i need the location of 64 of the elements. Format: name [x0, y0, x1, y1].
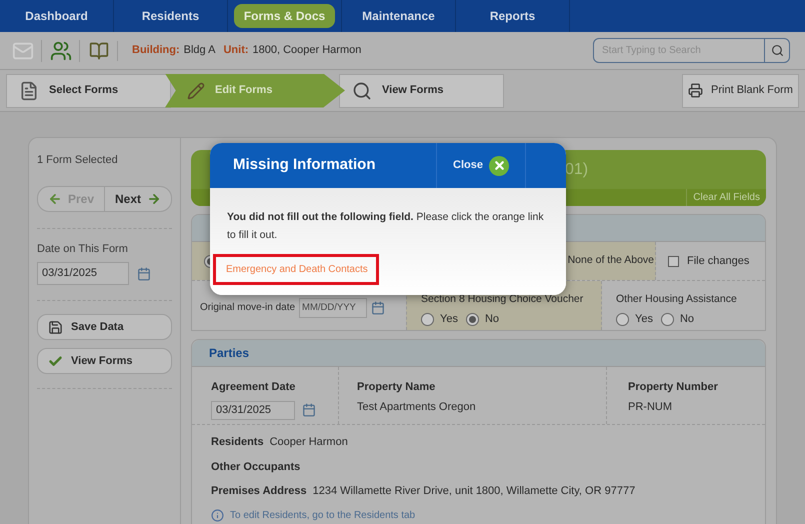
notebook-icon[interactable] — [88, 40, 108, 60]
selection-count: 1 Form Selected — [37, 153, 119, 168]
printer-icon — [688, 83, 704, 98]
magnifier-icon — [352, 80, 372, 100]
field-label: Premises Address — [211, 484, 307, 499]
next-button[interactable]: Next — [105, 186, 171, 210]
people-icon[interactable] — [50, 40, 72, 62]
radio-label: No — [680, 312, 694, 327]
radio-button[interactable] — [466, 312, 479, 326]
field-label: Agreement Date — [211, 380, 296, 395]
nav-tab[interactable]: Residents — [142, 7, 200, 25]
nav-tab[interactable]: Reports — [490, 7, 536, 25]
field-value: Test Apartments Oregon — [357, 400, 477, 414]
field-label: Other Occupants — [211, 460, 302, 474]
close-icon — [489, 156, 509, 176]
form-title: 01) — [565, 160, 588, 180]
move-in-date-field[interactable]: MM/DD/YYY — [299, 298, 368, 318]
radio-label: Yes — [635, 312, 653, 327]
document-icon — [19, 80, 39, 100]
date-field[interactable]: 03/31/2025 — [37, 262, 129, 285]
search-icon — [770, 44, 784, 57]
calendar-icon[interactable] — [137, 266, 151, 280]
dialog-message: You did not fill out the following field. Please click the orange link to fill it out. — [227, 210, 545, 243]
radio-label: Yes — [440, 312, 458, 327]
check-icon — [48, 354, 63, 368]
info-icon — [211, 508, 224, 522]
assistance-label: Section 8 Housing Choice Voucher — [421, 292, 584, 307]
calendar-icon[interactable] — [371, 300, 386, 314]
radio-label: No — [484, 312, 500, 327]
radio-button[interactable] — [421, 312, 434, 326]
field-value: PR-NUM — [628, 400, 673, 414]
floppy-icon — [48, 320, 63, 334]
radio-button[interactable] — [660, 312, 674, 326]
building-label: Building: — [132, 43, 180, 58]
field-label: Property Number — [628, 380, 719, 395]
date-label: Date on This Form — [37, 242, 129, 256]
checkbox[interactable] — [668, 256, 679, 266]
field-value: Cooper Harmon — [270, 435, 348, 450]
pencil-icon — [187, 82, 205, 100]
checkbox-label: File changes — [687, 254, 750, 269]
nav-tab[interactable]: Dashboard — [25, 7, 88, 25]
field-label: Property Name — [357, 380, 436, 395]
field-value: 1234 Willamette River Drive, unit 1800, Willamette City, OR 97777 — [312, 484, 636, 499]
field-label: Residents — [211, 435, 264, 450]
nav-tab[interactable]: Maintenance — [362, 7, 435, 25]
move-in-label: Original move-in date — [200, 301, 296, 315]
step-tab[interactable]: View Forms — [339, 74, 504, 108]
print-blank-form-button[interactable]: Print Blank Form — [682, 74, 799, 108]
unit-value: 1800, Cooper Harmon — [252, 43, 362, 58]
sidebar-button[interactable]: View Forms — [37, 348, 172, 374]
right-arrow-icon — [147, 192, 161, 206]
calendar-icon[interactable] — [302, 403, 316, 417]
dialog-title: Missing Information — [233, 155, 376, 176]
search-button[interactable] — [765, 38, 790, 63]
building-value: Bldg A — [184, 43, 216, 58]
radio-button[interactable] — [616, 312, 629, 326]
info-note: To edit Residents, go to the Residents tab — [230, 508, 416, 522]
assistance-label: Other Housing Assistance — [616, 292, 738, 307]
agreement-date-field[interactable]: 03/31/2025 — [211, 400, 295, 420]
sidebar-button[interactable]: Save Data — [37, 314, 172, 340]
section-title: Parties — [209, 345, 250, 362]
unit-label: Unit: — [223, 43, 249, 58]
option-label: None of the Above — [568, 253, 654, 268]
step-tab[interactable]: Select Forms — [6, 74, 171, 108]
